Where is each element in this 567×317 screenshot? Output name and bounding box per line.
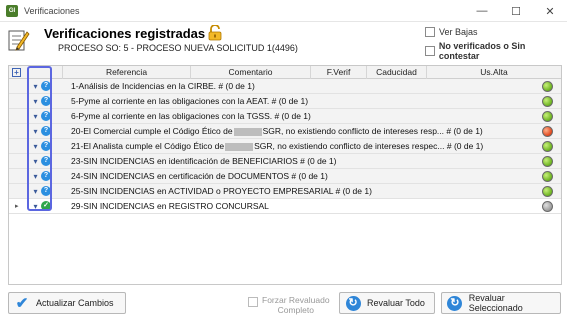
row-reference: 20-El Comercial cumple el Código Ético d…: [71, 124, 483, 139]
maximize-button[interactable]: ☐: [499, 0, 533, 22]
chevron-down-icon[interactable]: ▾: [31, 187, 40, 196]
row-reference-part: SGR, no existiendo conflicto de interese…: [262, 126, 483, 136]
row-reference: 21-El Analista cumple el Código Ético de…: [71, 139, 483, 154]
chevron-down-icon[interactable]: ▾: [31, 142, 40, 151]
revaluar-todo-button[interactable]: ↻ Revaluar Todo: [339, 292, 435, 314]
edit-document-icon: [8, 30, 30, 51]
refresh-icon: ↻: [447, 295, 463, 311]
chevron-down-icon[interactable]: ▾: [31, 82, 40, 91]
table-row[interactable]: ▾ ? 6-Pyme al corriente en las obligacio…: [9, 109, 561, 124]
question-icon: ?: [41, 96, 51, 106]
table-row[interactable]: ▾ ? 25-SIN INCIDENCIAS en ACTIVIDAD o PR…: [9, 184, 561, 199]
check-icon: ✔: [15, 295, 29, 312]
actualizar-cambios-button[interactable]: ✔ Actualizar Cambios: [8, 292, 126, 314]
header: Verificaciones registradas PROCESO SO: 5…: [0, 22, 567, 61]
revaluar-todo-label: Revaluar Todo: [367, 298, 425, 308]
no-verificados-label: No verificados o Sin contestar: [438, 41, 526, 61]
status-dot-icon: [542, 126, 553, 137]
status-dot-icon: [542, 186, 553, 197]
table-row[interactable]: ▸ ▾ ✓ 29-SIN INCIDENCIAS en REGISTRO CON…: [9, 199, 561, 214]
app-icon: GI: [6, 4, 18, 17]
row-reference: 23-SIN INCIDENCIAS en identificación de …: [71, 156, 337, 166]
revaluar-seleccionado-button[interactable]: ↻ Revaluar Seleccionado: [441, 292, 561, 314]
question-icon: ?: [41, 156, 51, 166]
status-dot-icon: [542, 171, 553, 182]
row-reference-part: 21-El Analista cumple el Código Ético de: [71, 141, 225, 151]
page-title: Verificaciones registradas: [44, 26, 206, 41]
status-dot-icon: [542, 156, 553, 167]
table-row[interactable]: ▾ ? 20-El Comercial cumple el Código Éti…: [9, 124, 561, 139]
forzar-revaluado-checkbox[interactable]: [248, 297, 258, 307]
actualizar-cambios-label: Actualizar Cambios: [36, 298, 114, 308]
process-subtitle: PROCESO SO: 5 - PROCESO NUEVA SOLICITUD …: [58, 43, 298, 53]
col-usalta[interactable]: Us.Alta: [427, 66, 561, 79]
table-row[interactable]: ▾ ? 23-SIN INCIDENCIAS en identificación…: [9, 154, 561, 169]
question-icon: ?: [41, 141, 51, 151]
minimize-button[interactable]: —: [465, 0, 499, 22]
table-row[interactable]: ▾ ? 21-El Analista cumple el Código Étic…: [9, 139, 561, 154]
row-reference-part: 20-El Comercial cumple el Código Ético d…: [71, 126, 233, 136]
row-reference: 5-Pyme al corriente en las obligaciones …: [71, 96, 309, 106]
forzar-line1: Forzar Revaluado: [262, 295, 330, 305]
question-icon: ?: [41, 186, 51, 196]
chevron-down-icon[interactable]: ▾: [31, 112, 40, 121]
close-button[interactable]: ✕: [533, 0, 567, 22]
status-dot-icon: [542, 201, 553, 212]
row-reference: 25-SIN INCIDENCIAS en ACTIVIDAD o PROYEC…: [71, 186, 372, 196]
chevron-down-icon[interactable]: ▾: [31, 127, 40, 136]
row-reference: 6-Pyme al corriente en las obligaciones …: [71, 111, 311, 121]
row-reference: 24-SIN INCIDENCIAS en certificación de D…: [71, 171, 328, 181]
redacted-block: [233, 127, 262, 136]
status-dot-icon: [542, 111, 553, 122]
verifications-grid: + Referencia Comentario F.Verif Caducida…: [8, 65, 562, 285]
status-dot-icon: [542, 141, 553, 152]
expand-all-button[interactable]: +: [12, 68, 21, 77]
unlocked-padlock-icon[interactable]: [208, 25, 222, 41]
chevron-down-icon[interactable]: ▾: [31, 157, 40, 166]
chevron-down-icon[interactable]: ▾: [31, 172, 40, 181]
question-icon: ?: [41, 171, 51, 181]
question-icon: ?: [41, 126, 51, 136]
status-dot-icon: [542, 96, 553, 107]
no-verificados-option[interactable]: No verificados o Sin contestar: [425, 41, 567, 61]
col-comentario[interactable]: Comentario: [191, 66, 311, 79]
ver-bajas-checkbox[interactable]: [425, 27, 435, 37]
row-reference: 1-Análisis de Incidencias en la CIRBE. #…: [71, 81, 255, 91]
table-row[interactable]: ▾ ? 24-SIN INCIDENCIAS en certificación …: [9, 169, 561, 184]
revaluar-seleccionado-label: Revaluar Seleccionado: [468, 293, 523, 313]
forzar-revaluado-option[interactable]: Forzar Revaluado Completo: [248, 295, 330, 315]
col-referencia[interactable]: Referencia: [63, 66, 191, 79]
ver-bajas-option[interactable]: Ver Bajas: [425, 27, 478, 37]
title-bar: GI Verificaciones — ☐ ✕: [0, 0, 567, 22]
status-dot-icon: [542, 81, 553, 92]
refresh-icon: ↻: [345, 295, 361, 311]
check-icon: ✓: [41, 201, 51, 211]
forzar-revaluado-label: Forzar Revaluado Completo: [262, 295, 330, 315]
chevron-down-icon[interactable]: ▾: [31, 97, 40, 106]
col-caducidad[interactable]: Caducidad: [367, 66, 427, 79]
redacted-block: [225, 142, 254, 151]
row-reference: 29-SIN INCIDENCIAS en REGISTRO CONCURSAL: [71, 201, 269, 211]
row-pointer-icon: ▸: [15, 203, 19, 210]
row-reference-part: SGR, no existiendo conflicto de interese…: [254, 141, 484, 151]
question-icon: ?: [41, 81, 51, 91]
forzar-line2: Completo: [277, 305, 314, 315]
no-verificados-checkbox[interactable]: [425, 46, 435, 56]
grid-corner: +: [9, 66, 63, 79]
table-row[interactable]: ▾ ? 5-Pyme al corriente en las obligacio…: [9, 94, 561, 109]
chevron-down-icon[interactable]: ▾: [31, 202, 40, 211]
grid-header: + Referencia Comentario F.Verif Caducida…: [9, 66, 561, 79]
window-controls: — ☐ ✕: [465, 0, 567, 22]
table-row[interactable]: ▾ ? 1-Análisis de Incidencias en la CIRB…: [9, 79, 561, 94]
window-title: Verificaciones: [24, 5, 80, 16]
col-fverif[interactable]: F.Verif: [311, 66, 367, 79]
question-icon: ?: [41, 111, 51, 121]
ver-bajas-label: Ver Bajas: [439, 27, 478, 37]
